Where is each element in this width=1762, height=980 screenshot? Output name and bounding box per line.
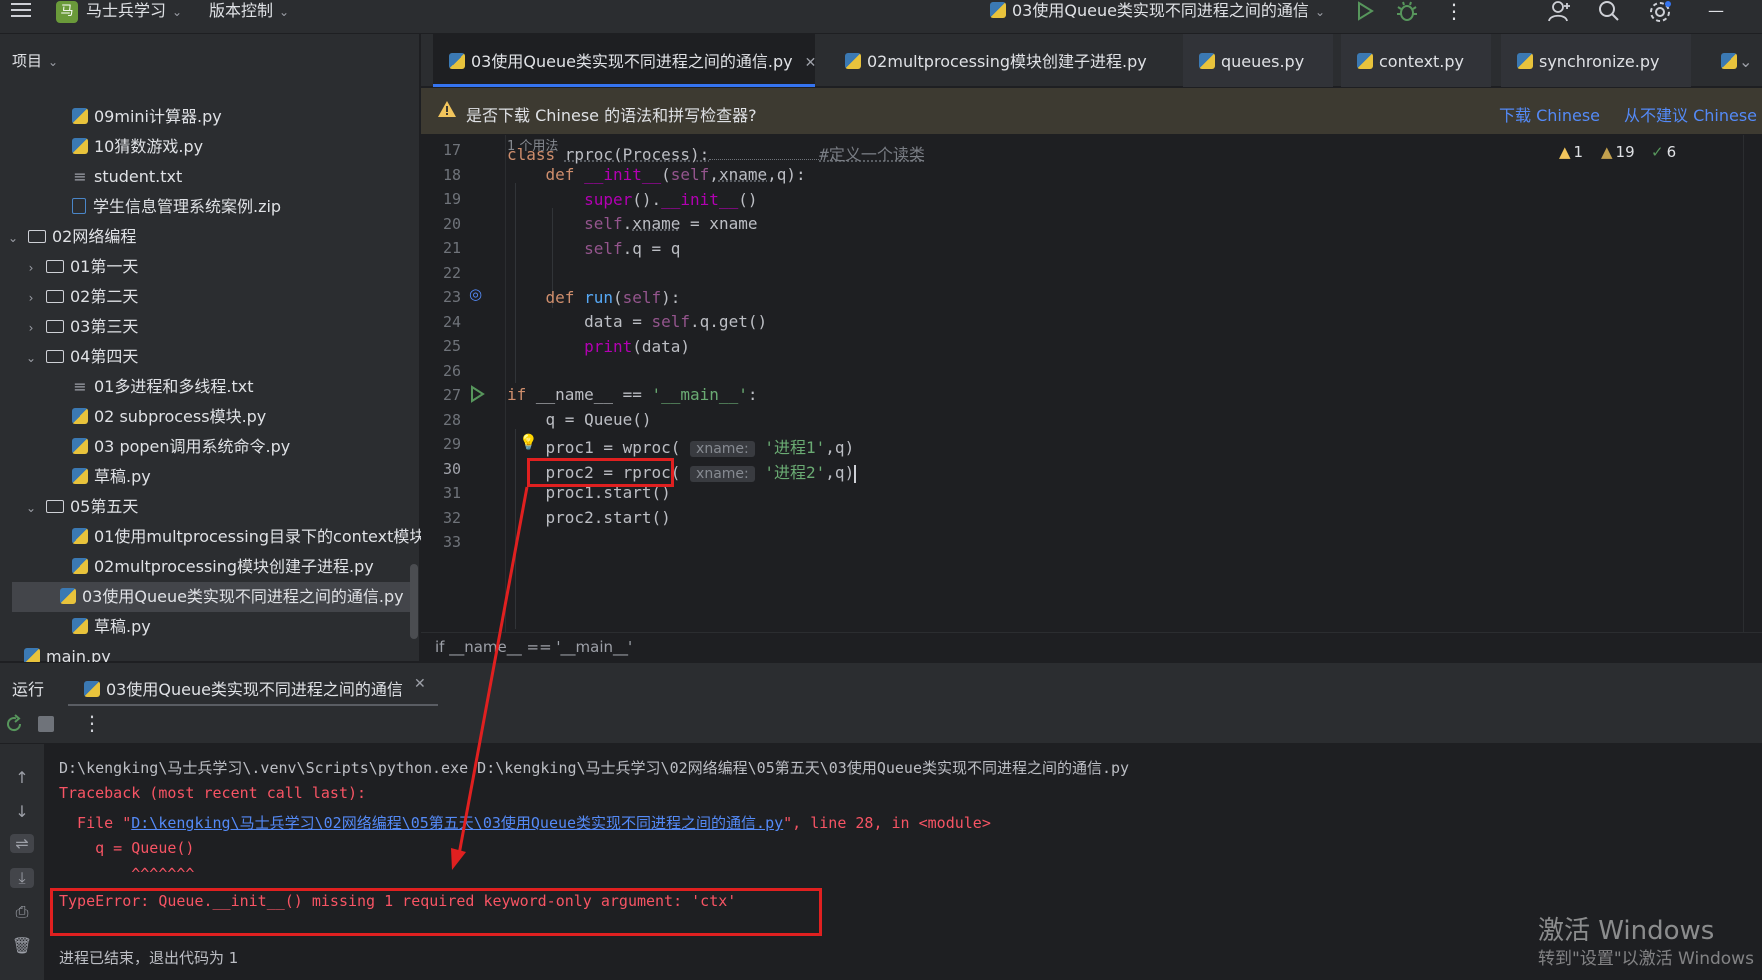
windows-activation-watermark: 激活 Windows	[1538, 916, 1715, 946]
annotation-arrow	[451, 486, 529, 870]
windows-activation-hint: 转到"设置"以激活 Windows	[1538, 949, 1754, 969]
